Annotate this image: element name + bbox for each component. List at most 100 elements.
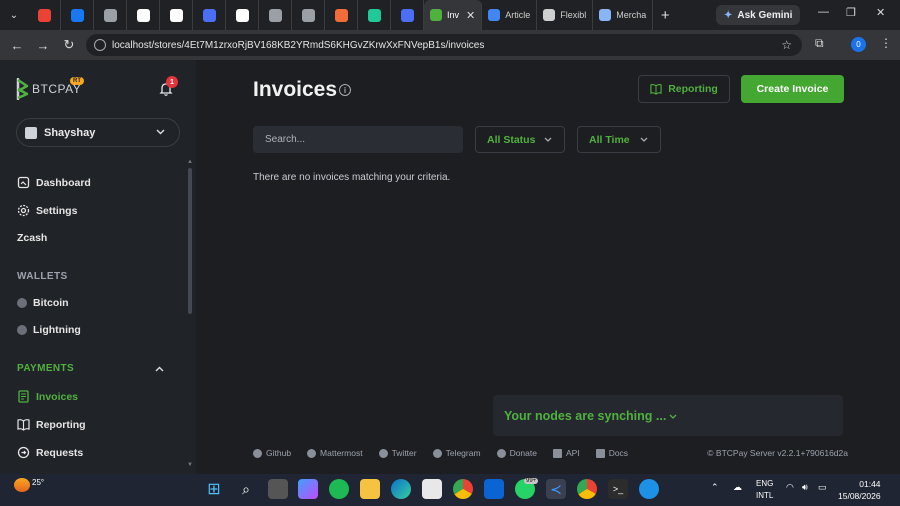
node-sync-status[interactable]: Your nodes are synching ... [493, 395, 843, 436]
sidebar-item-reporting[interactable]: Reporting [17, 418, 86, 431]
sidebar-item-invoices[interactable]: Invoices [17, 390, 78, 403]
info-icon[interactable]: i [339, 84, 351, 96]
browser-tab[interactable]: Article [482, 0, 538, 30]
search-icon[interactable]: ⌕ [236, 479, 256, 499]
maximize-icon[interactable]: ❐ [846, 6, 856, 19]
payments-section-toggle[interactable]: PAYMENTS [17, 363, 74, 374]
reload-icon[interactable]: ↻ [56, 37, 82, 53]
docker-icon[interactable] [639, 479, 659, 499]
reporting-button[interactable]: Reporting [638, 75, 730, 103]
sidebar-item-requests[interactable]: Requests [17, 446, 83, 459]
chrome-icon[interactable] [577, 479, 597, 499]
gemini-icon: ✦ [724, 9, 733, 21]
footer-link-docs[interactable]: Docs [595, 448, 628, 458]
empty-invoices-message: There are no invoices matching your crit… [253, 172, 451, 183]
tab-close-icon[interactable]: ✕ [466, 9, 475, 22]
terminal-icon[interactable]: >_ [608, 479, 628, 499]
browser-tab[interactable] [28, 0, 61, 30]
wix-icon [136, 8, 150, 22]
store-icon[interactable] [422, 479, 442, 499]
sidebar-item-dashboard[interactable]: Dashboard [17, 176, 91, 189]
version-text: © BTCPay Server v2.2.1+790616d2a [707, 448, 848, 458]
sidebar-item-label: Lightning [33, 324, 81, 336]
back-icon[interactable]: ← [4, 38, 30, 53]
gear-icon [17, 204, 30, 217]
sidebar-item-bitcoin[interactable]: Bitcoin [17, 297, 69, 309]
menu-icon[interactable]: ⋮ [880, 36, 892, 50]
chrome-icon[interactable] [453, 479, 473, 499]
new-tab-button[interactable]: + [653, 7, 677, 24]
store-selector[interactable]: Shayshay [16, 118, 180, 147]
sidebar-item-lightning[interactable]: Lightning [17, 324, 81, 336]
wifi-icon[interactable]: ◠ [786, 482, 794, 493]
scroll-down-icon[interactable]: ▼ [187, 462, 193, 468]
status-filter-dropdown[interactable]: All Status [475, 126, 565, 153]
browser-tab[interactable] [259, 0, 292, 30]
browser-tab[interactable] [193, 0, 226, 30]
footer-link-donate[interactable]: Donate [496, 448, 537, 458]
chevron-down-icon [669, 414, 677, 419]
create-invoice-button[interactable]: Create Invoice [741, 75, 844, 103]
store-name: Shayshay [44, 126, 96, 139]
forward-icon[interactable]: → [30, 38, 56, 53]
tray-chevron-up-icon[interactable]: ⌃ [711, 482, 719, 493]
sidebar-scrollbar[interactable] [188, 168, 192, 314]
ask-gemini-label: Ask Gemini [737, 9, 793, 21]
browser-tab[interactable] [391, 0, 424, 30]
browser-tab[interactable]: Mercha [593, 0, 654, 30]
sidebar: BTCPAY RT 1 Shayshay Dashboard Settings … [0, 60, 196, 474]
scroll-up-icon[interactable]: ▲ [187, 159, 193, 165]
browser-tab[interactable] [358, 0, 391, 30]
windows-start-icon[interactable]: ⊞ [204, 479, 224, 499]
weather-widget[interactable]: 25° [14, 478, 44, 492]
time-filter-dropdown[interactable]: All Time [577, 126, 661, 153]
browser-tab[interactable] [292, 0, 325, 30]
minimize-icon[interactable]: — [818, 6, 829, 18]
close-icon[interactable]: ✕ [876, 6, 885, 19]
system-clock[interactable]: 01:44 15/08/2026 [838, 478, 881, 502]
footer: Github Mattermost Twitter Telegram Donat… [253, 448, 848, 458]
browser-tab[interactable] [325, 0, 358, 30]
file-explorer-icon[interactable] [360, 479, 380, 499]
profile-avatar[interactable]: 0 [851, 37, 866, 52]
battery-icon[interactable]: ▭ [818, 482, 827, 493]
browser-tab[interactable]: Flexibl [537, 0, 594, 30]
sync-status-label: Your nodes are synching ... [504, 408, 667, 423]
task-view-icon[interactable] [268, 479, 288, 499]
volume-icon[interactable]: 🔊︎ [802, 482, 808, 493]
search-input[interactable] [253, 126, 463, 153]
extensions-icon[interactable]: ⧉ [815, 36, 824, 51]
spotify-icon[interactable] [329, 479, 349, 499]
sidebar-item-zcash[interactable]: Zcash [17, 232, 47, 244]
bookmark-star-icon[interactable]: ☆ [781, 38, 792, 52]
edge-icon[interactable] [391, 479, 411, 499]
footer-link-github[interactable]: Github [253, 448, 291, 458]
copilot-icon[interactable] [298, 479, 318, 499]
requests-icon [17, 446, 30, 459]
chevron-up-icon[interactable] [155, 365, 164, 374]
browser-tab[interactable] [226, 0, 259, 30]
heart-icon [496, 448, 506, 458]
browser-tab[interactable] [61, 0, 94, 30]
dashboard-icon [17, 176, 30, 189]
footer-link-twitter[interactable]: Twitter [378, 448, 417, 458]
browser-tab[interactable] [127, 0, 160, 30]
language-indicator[interactable]: ENG INTL [756, 478, 773, 502]
vscode-icon[interactable]: ≺ [546, 479, 566, 499]
browser-tab-active[interactable]: Inv ✕ [424, 0, 483, 30]
outlook-icon[interactable] [484, 479, 504, 499]
site-info-icon[interactable] [94, 39, 106, 51]
footer-link-telegram[interactable]: Telegram [432, 448, 481, 458]
browser-tab[interactable] [160, 0, 193, 30]
site-icon [543, 9, 556, 21]
tab-search-chevron-icon[interactable]: ⌄ [0, 10, 28, 21]
ask-gemini-button[interactable]: ✦ Ask Gemini [716, 5, 801, 25]
sidebar-item-settings[interactable]: Settings [17, 204, 77, 217]
btcpay-logo-icon [16, 78, 29, 100]
tray-app-icon[interactable]: ☁ [733, 482, 742, 493]
browser-tab[interactable] [94, 0, 127, 30]
footer-link-api[interactable]: API [552, 448, 580, 458]
address-bar[interactable]: localhost/stores/4Et7M1zrxoRjBV168KB2YRm… [86, 34, 802, 56]
facebook-icon [70, 8, 84, 22]
footer-link-mattermost[interactable]: Mattermost [307, 448, 363, 458]
